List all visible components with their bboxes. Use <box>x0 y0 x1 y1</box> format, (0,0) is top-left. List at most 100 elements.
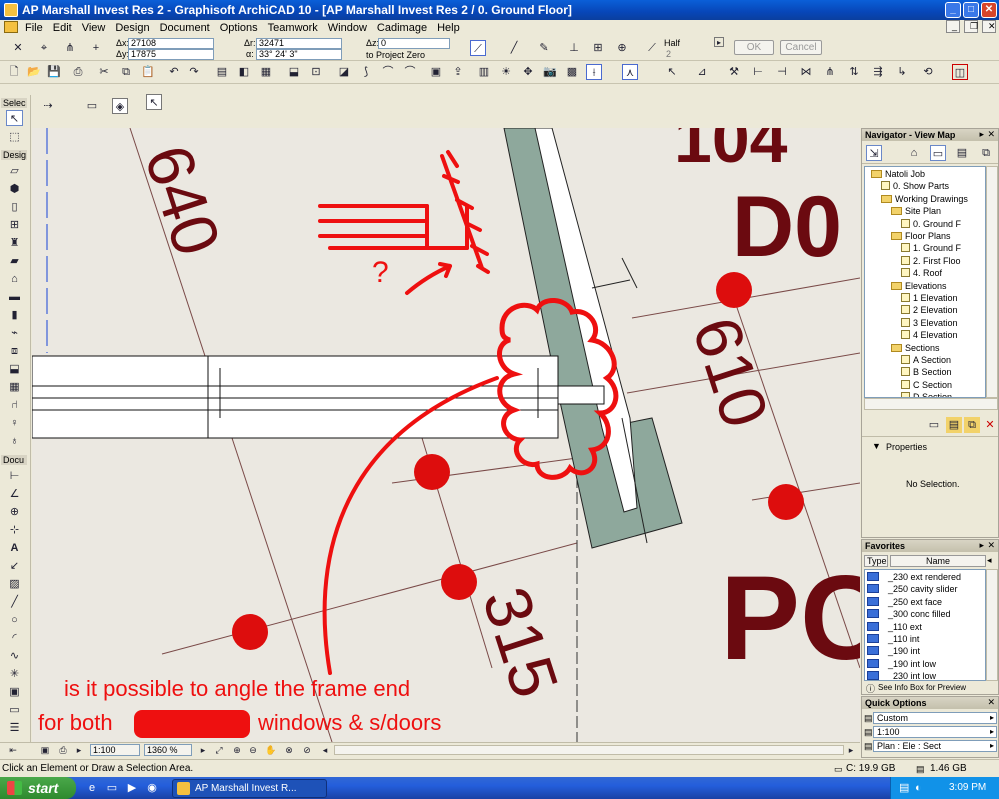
zoom-field[interactable]: 1360 % <box>144 744 192 756</box>
ok-button[interactable]: OK <box>734 40 774 55</box>
horizontal-scrollbar[interactable] <box>334 745 844 755</box>
rotate-icon[interactable]: ⟲ <box>920 64 936 80</box>
view-map-tree[interactable]: Natoli Job 0. Show Parts Working Drawings S… <box>864 166 986 398</box>
new-view-icon[interactable]: ▭ <box>926 417 942 433</box>
new-icon[interactable]: 🗋 <box>6 64 22 80</box>
menu-help[interactable]: Help <box>432 22 465 34</box>
shell-tool[interactable]: ▮ <box>6 307 23 323</box>
layout-icon[interactable]: ▣ <box>428 64 444 80</box>
chair-tool[interactable]: ⑁ <box>6 397 23 413</box>
window-tool[interactable]: ⊞ <box>6 217 23 233</box>
snap-icon[interactable]: ⋔ <box>62 40 78 56</box>
arrow-left-icon[interactable]: ⇤ <box>6 743 20 757</box>
hotspot-tool[interactable]: ✳ <box>6 666 23 682</box>
next-zoom-icon[interactable]: ⊘ <box>300 743 314 757</box>
detail-icon[interactable]: ⌒ <box>402 64 418 80</box>
menu-document[interactable]: Document <box>155 22 215 34</box>
favorites-scrollbar[interactable] <box>986 569 998 681</box>
tree-item[interactable]: 3 Elevation <box>901 317 958 329</box>
quick-option-pen-set[interactable]: Custom <box>873 712 997 724</box>
pen-icon[interactable]: ✎ <box>536 40 552 56</box>
scale-arrow-icon[interactable]: ▸ <box>72 743 86 757</box>
volume-icon[interactable]: ◐ <box>915 777 922 799</box>
clone-icon[interactable]: ⧉ <box>964 417 980 433</box>
panel-pin-icon[interactable]: ▸ <box>979 129 984 140</box>
half-dropdown-icon[interactable]: ▸ <box>714 37 724 47</box>
menu-view[interactable]: View <box>77 22 111 34</box>
measure-icon[interactable]: ⊿ <box>694 64 710 80</box>
tree-item[interactable]: 1 Elevation <box>901 292 958 304</box>
pen-set-icon[interactable]: ▦ <box>258 64 274 80</box>
open-icon[interactable]: 📂 <box>26 64 42 80</box>
organizer-tab[interactable]: ⧉ <box>978 145 994 161</box>
desktop-icon[interactable]: ▭ <box>104 780 120 796</box>
mesh-tool[interactable]: ⧈ <box>6 343 23 359</box>
zone-tool[interactable]: ⬓ <box>6 361 23 377</box>
tree-item[interactable]: Site Plan <box>891 205 941 217</box>
menu-teamwork[interactable]: Teamwork <box>263 22 323 34</box>
elevation-dimension-tool[interactable]: ⊹ <box>6 522 23 538</box>
image-icon[interactable]: ▩ <box>564 64 580 80</box>
zoom-fit-icon[interactable]: ⤢ <box>212 743 226 757</box>
dimension-icon[interactable]: ⊢ <box>750 64 766 80</box>
maximize-button[interactable]: □ <box>963 2 979 18</box>
cancel-button[interactable]: Cancel <box>780 40 822 55</box>
favorite-item[interactable]: _230 ext rendered <box>867 571 961 583</box>
roof-tool[interactable]: ⌂ <box>6 271 23 287</box>
prev-zoom-icon[interactable]: ⊗ <box>282 743 296 757</box>
quick-options-close-icon[interactable]: ✕ <box>987 697 995 708</box>
favorites-type-column[interactable]: Type <box>864 555 888 567</box>
tree-vertical-scrollbar[interactable] <box>986 166 998 398</box>
zoom-out-icon[interactable]: ⊖ <box>246 743 260 757</box>
favorite-item[interactable]: _190 int low <box>867 658 936 670</box>
plus-icon[interactable]: + <box>88 40 104 56</box>
scroll-right-icon[interactable]: ▸ <box>844 743 858 757</box>
tree-item[interactable]: 1. Ground F <box>901 242 961 254</box>
tree-item[interactable]: 2. First Floo <box>901 255 961 267</box>
arrow-icon[interactable]: ↖ <box>664 64 680 80</box>
window-element[interactable] <box>32 355 605 439</box>
tree-item[interactable]: Sections <box>891 342 940 354</box>
book-icon[interactable]: ▥ <box>476 64 492 80</box>
half-snap-icon[interactable]: ⟋ <box>644 40 660 56</box>
favorites-pin-icon[interactable]: ▸ <box>979 540 984 551</box>
axis-marker[interactable] <box>232 614 268 650</box>
zoom-dropdown-icon[interactable]: ▸ <box>196 743 210 757</box>
3d-icon[interactable]: ◪ <box>336 64 352 80</box>
render-icon[interactable]: ☀ <box>498 64 514 80</box>
tree-item[interactable]: C Section <box>901 379 952 391</box>
tree-item[interactable]: 2 Elevation <box>901 304 958 316</box>
split-icon[interactable]: ⋔ <box>822 64 838 80</box>
floor-icon[interactable]: ⬓ <box>286 64 302 80</box>
menu-window[interactable]: Window <box>323 22 372 34</box>
door-tool[interactable]: ▯ <box>6 199 23 215</box>
axis-marker[interactable] <box>441 564 477 600</box>
wall-tool[interactable]: ▱ <box>6 163 23 179</box>
trace-icon[interactable]: ⊣ <box>774 64 790 80</box>
tree-item[interactable]: 0. Ground F <box>901 218 961 230</box>
tree-item[interactable]: 4 Elevation <box>901 329 958 341</box>
tree-item[interactable]: Natoli Job <box>871 168 925 180</box>
favorite-item[interactable]: _110 int <box>867 633 919 645</box>
axis-marker[interactable] <box>716 272 752 308</box>
print-preview-icon[interactable]: ⎙ <box>56 743 70 757</box>
scroll-left-icon[interactable]: ◂ <box>318 743 332 757</box>
text-tool[interactable]: A <box>6 540 23 556</box>
redo-icon[interactable]: ↷ <box>186 64 202 80</box>
delete-icon[interactable]: ✕ <box>982 417 998 433</box>
menu-cadimage[interactable]: Cadimage <box>372 22 432 34</box>
tree-item[interactable]: D Section <box>901 391 952 397</box>
more-tool[interactable]: ☰ <box>6 720 23 736</box>
save-icon[interactable]: 💾 <box>46 64 62 80</box>
cross-icon[interactable]: ✕ <box>10 40 26 56</box>
display-icon[interactable]: ◧ <box>236 64 252 80</box>
axis-marker[interactable] <box>768 484 804 520</box>
circle-tool[interactable]: ○ <box>6 612 23 628</box>
project-map-tab[interactable]: ⇲ <box>866 145 882 161</box>
angle-dimension-tool[interactable]: ∠ <box>6 486 23 502</box>
light-tool[interactable]: ♁ <box>6 433 23 449</box>
quick-option-model-view[interactable]: Plan : Ele : Sect <box>873 740 997 752</box>
dz-field[interactable]: 0 <box>378 38 450 49</box>
dr-field[interactable]: 32471 <box>256 38 342 49</box>
tree-item[interactable]: Elevations <box>891 280 947 292</box>
